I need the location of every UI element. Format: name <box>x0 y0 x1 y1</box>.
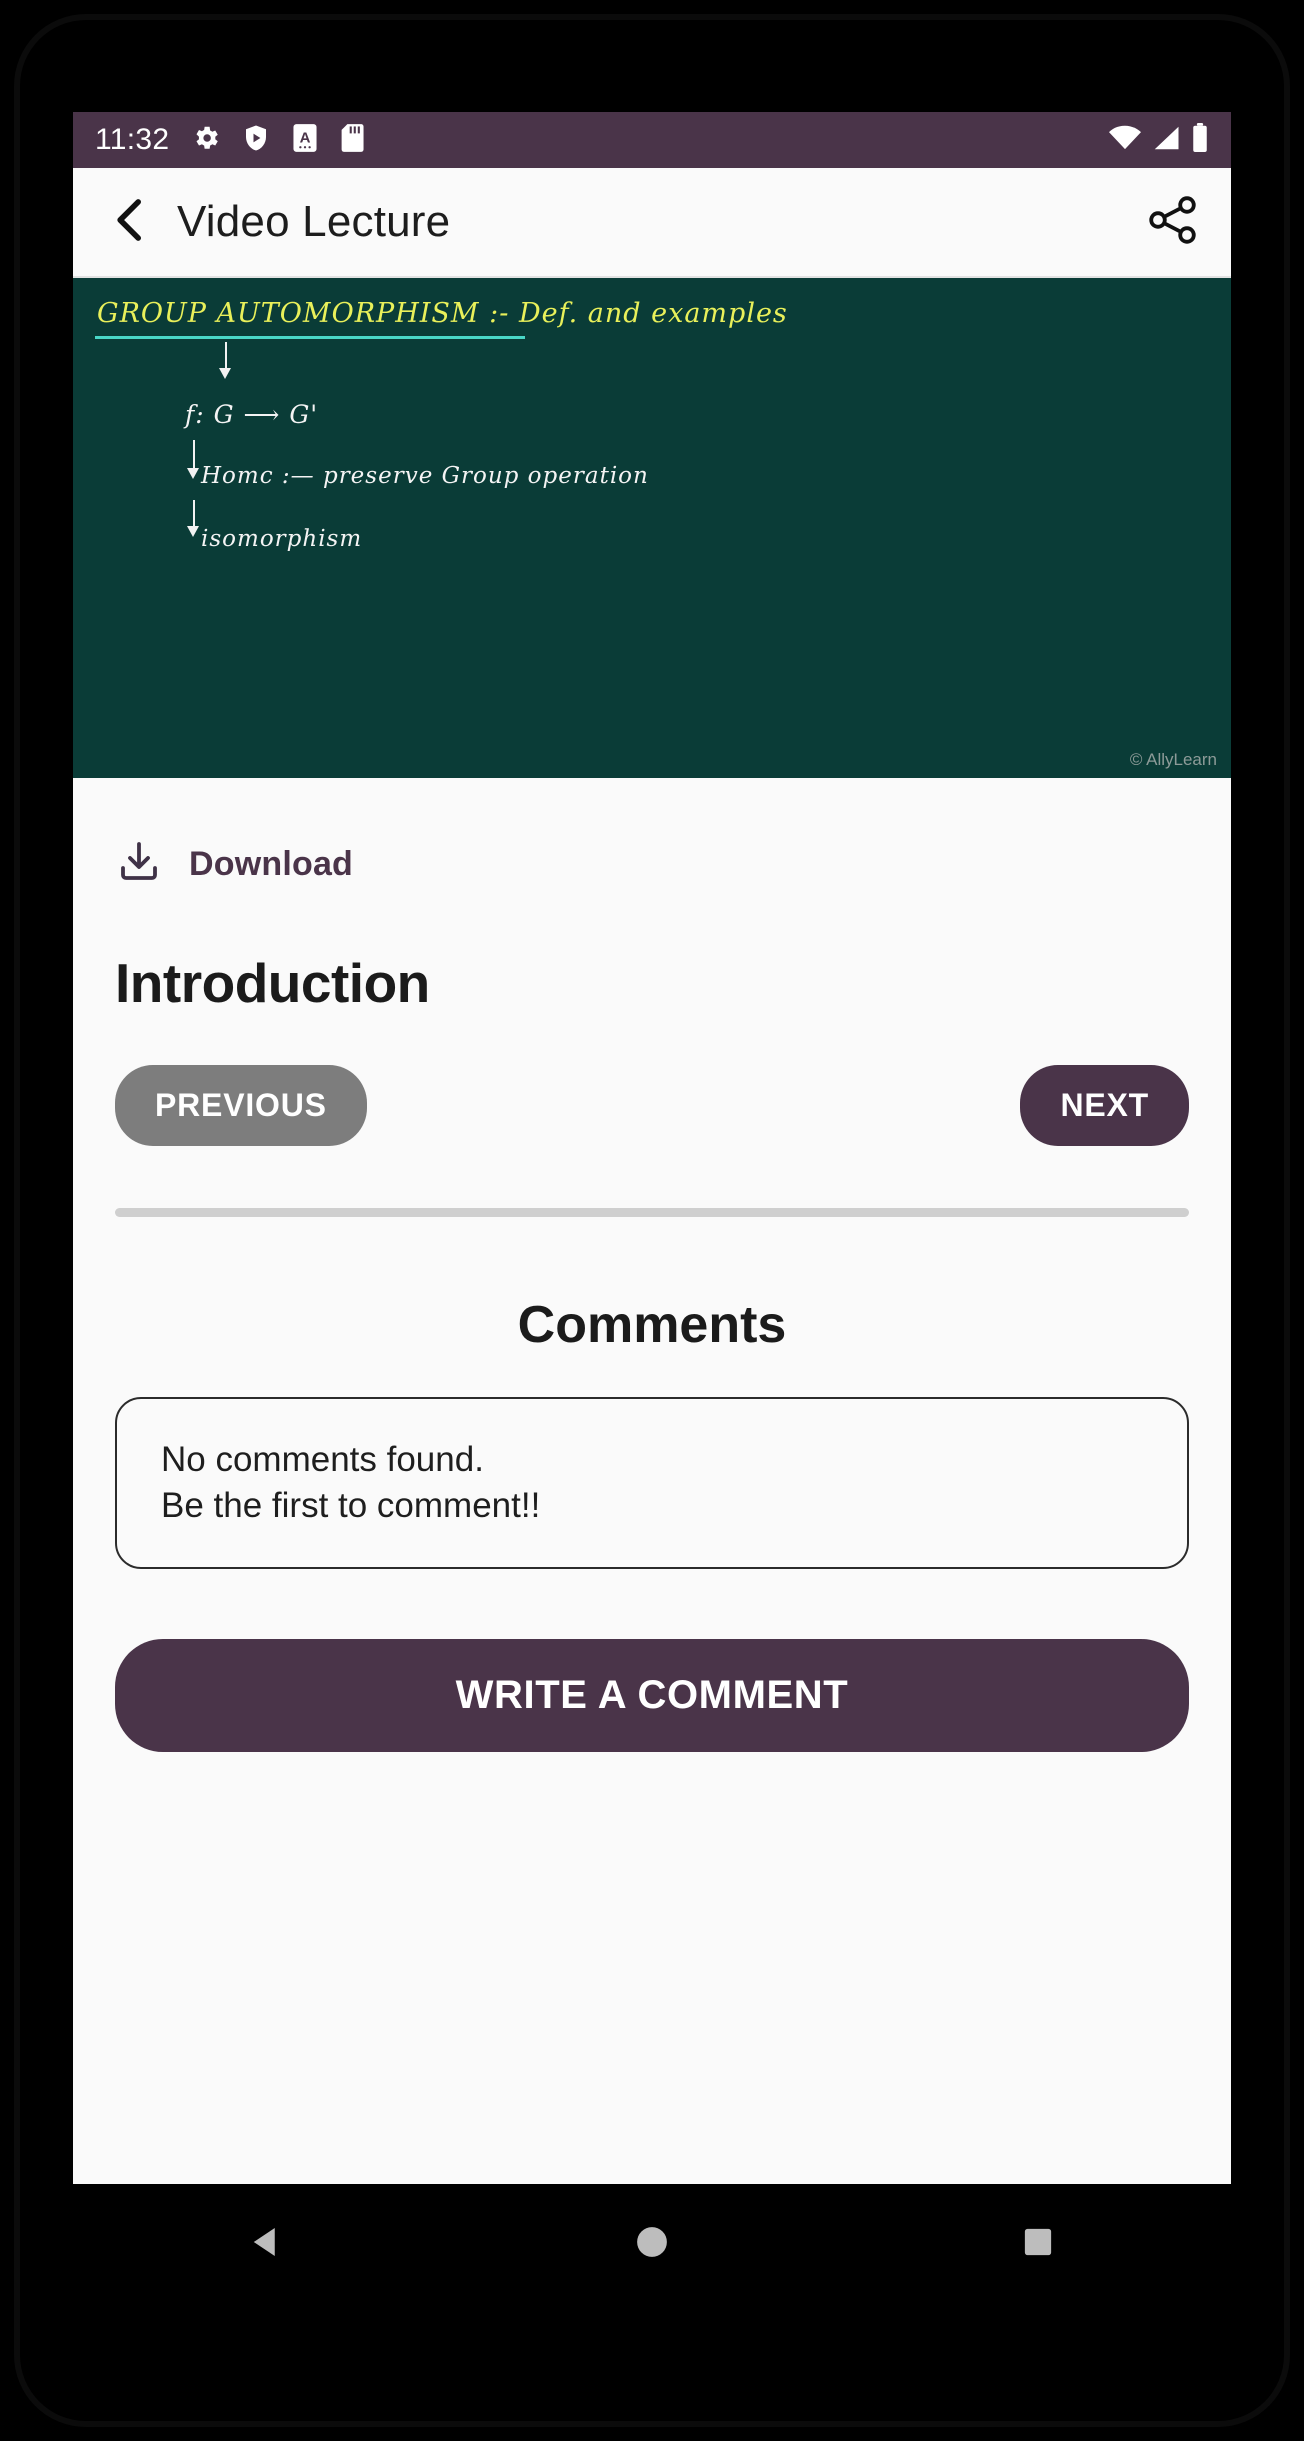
device-viewport: 11:32 A Video Lecture GROUP AUTOMORPHISM… <box>73 112 1231 2184</box>
board-arrow-1 <box>225 342 227 370</box>
back-button[interactable] <box>107 197 153 248</box>
chevron-left-icon <box>110 197 150 248</box>
section-divider <box>115 1208 1189 1217</box>
share-icon <box>1147 194 1199 251</box>
screenshot-root: 11:32 A Video Lecture GROUP AUTOMORPHISM… <box>0 0 1304 2441</box>
lesson-title: Introduction <box>115 952 430 1014</box>
svg-text:A: A <box>300 129 311 146</box>
video-player[interactable]: GROUP AUTOMORPHISM :- Def. and examples … <box>73 278 1231 778</box>
status-bar-clock: 11:32 <box>95 123 170 156</box>
lesson-content: Download Introduction PREVIOUS NEXT Comm… <box>73 788 1231 2184</box>
share-button[interactable] <box>1145 194 1201 250</box>
board-arrow-2 <box>193 440 195 470</box>
board-line-3: isomorphism <box>201 526 363 552</box>
translate-icon: A <box>291 123 319 158</box>
download-button[interactable]: Download <box>115 838 1189 891</box>
board-arrow-3 <box>193 500 195 528</box>
play-shield-icon <box>241 123 271 158</box>
board-arrow-2-head <box>187 468 199 479</box>
battery-icon <box>1191 122 1209 158</box>
gear-icon <box>191 123 221 158</box>
comments-heading: Comments <box>517 1296 787 1354</box>
status-bar-notification-icons: A <box>191 123 365 158</box>
comments-empty-box: No comments found. Be the first to comme… <box>115 1397 1189 1570</box>
page-title: Video Lecture <box>177 197 451 246</box>
circle-home-icon[interactable] <box>631 2221 673 2268</box>
status-bar-system-icons <box>1109 122 1209 158</box>
board-title-underline <box>95 336 525 339</box>
board-line-1: f: G ⟶ G' <box>185 400 319 429</box>
previous-button[interactable]: PREVIOUS <box>115 1065 367 1146</box>
comments-empty-line-1: No comments found. <box>161 1440 484 1479</box>
wifi-icon <box>1109 125 1141 156</box>
board-line-2: Homc :— preserve Group operation <box>201 463 649 489</box>
write-comment-button[interactable]: WRITE A COMMENT <box>115 1639 1189 1753</box>
app-bar: Video Lecture <box>73 168 1231 278</box>
next-button[interactable]: NEXT <box>1020 1065 1189 1146</box>
lesson-navigation: PREVIOUS NEXT <box>115 1065 1189 1146</box>
download-icon <box>115 838 163 891</box>
square-recents-icon[interactable] <box>1017 2221 1059 2268</box>
video-watermark: © AllyLearn <box>1129 750 1217 769</box>
android-nav-bar <box>73 2184 1231 2304</box>
status-bar: 11:32 A <box>73 112 1231 168</box>
board-title-text: GROUP AUTOMORPHISM :- Def. and examples <box>97 298 788 329</box>
triangle-back-icon[interactable] <box>245 2221 287 2268</box>
board-arrow-3-head <box>187 526 199 537</box>
board-arrow-1-head <box>219 368 231 379</box>
download-label: Download <box>189 845 354 883</box>
sd-card-icon <box>339 123 365 158</box>
chalkboard-frame: GROUP AUTOMORPHISM :- Def. and examples … <box>73 278 1231 778</box>
lesson-card: Download Introduction PREVIOUS NEXT Comm… <box>73 788 1231 1753</box>
cellular-signal-icon <box>1151 125 1181 156</box>
comments-empty-line-2: Be the first to comment!! <box>161 1486 541 1526</box>
